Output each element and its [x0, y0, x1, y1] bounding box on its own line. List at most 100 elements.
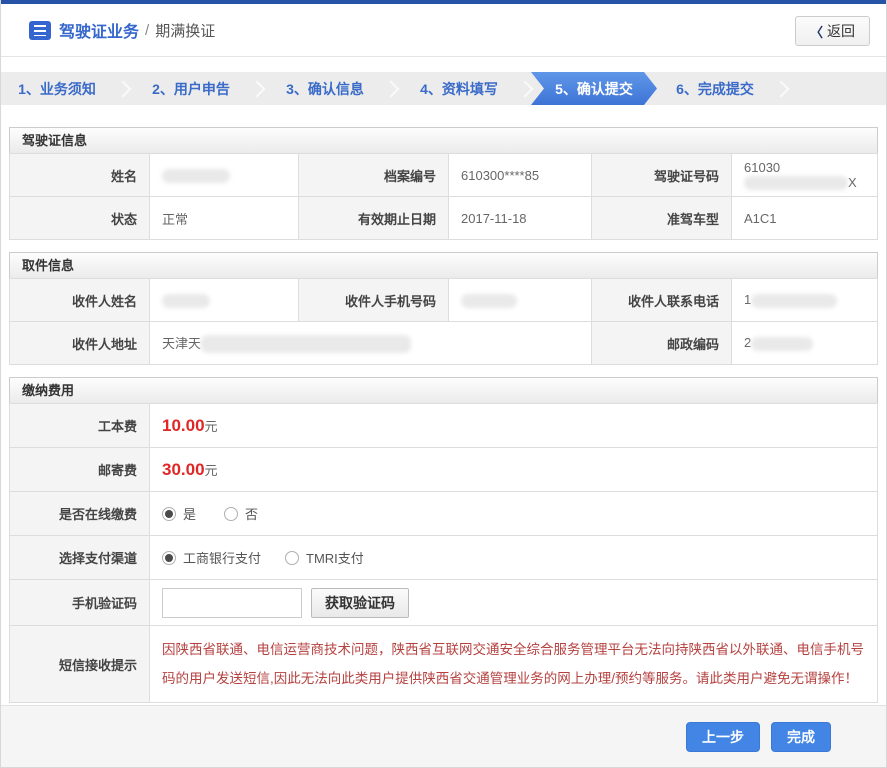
license-number-suffix: X [848, 174, 857, 190]
postcode-label: 邮政编码 [591, 321, 732, 365]
mailing-fee-label: 邮寄费 [9, 447, 150, 492]
file-number-value: 610300****85 [448, 153, 592, 197]
online-payment-yes-option[interactable]: 是 [162, 504, 196, 523]
fees-table: 工本费 10.00元 邮寄费 30.00元 是否在线缴费 是 否 选择支付渠道 … [9, 403, 878, 703]
pickup-section-title: 取件信息 [9, 252, 878, 278]
back-button-label: 返回 [827, 23, 855, 39]
step-6-complete-submit[interactable]: 6、完成提交 [659, 72, 771, 105]
recipient-name-value [149, 278, 299, 322]
currency-unit: 元 [204, 462, 218, 478]
license-info-table: 姓名 档案编号 610300****85 驾驶证号码 61030 X 状态 正常 … [9, 153, 878, 240]
back-button[interactable]: 〈 返回 [794, 16, 870, 46]
table-row: 收件人地址 天津天 邮政编码 2 [9, 321, 878, 365]
payment-channel-label: 选择支付渠道 [9, 535, 150, 580]
recipient-phone-value: 1 [731, 278, 878, 322]
license-info-section: 驾驶证信息 姓名 档案编号 610300****85 驾驶证号码 61030 X … [9, 127, 878, 240]
payment-fees-section: 缴纳费用 工本费 10.00元 邮寄费 30.00元 是否在线缴费 是 否 选择… [9, 377, 878, 703]
currency-unit: 元 [204, 418, 218, 434]
step-3-confirm-info[interactable]: 3、确认信息 [269, 72, 381, 105]
recipient-mobile-value [448, 278, 592, 322]
online-payment-options: 是 否 [149, 491, 878, 536]
step-wizard-bar: 1、业务须知 2、用户申告 3、确认信息 4、资料填写 5、确认提交 6、完成提… [1, 72, 886, 105]
expiry-value: 2017-11-18 [448, 196, 592, 240]
phone-prefix: 1 [744, 292, 752, 308]
step-separator-chevron [381, 72, 403, 105]
table-row: 手机验证码 获取验证码 [9, 579, 878, 626]
recipient-phone-label: 收件人联系电话 [591, 278, 732, 322]
address-prefix: 天津天 [162, 335, 202, 351]
redacted-name [162, 168, 230, 183]
sms-notice-text: 因陕西省联通、电信运营商技术问题，陕西省互联网交通安全综合服务管理平台无法向持陕… [162, 642, 864, 686]
name-label: 姓名 [9, 153, 150, 197]
postcode-prefix: 2 [744, 335, 752, 351]
header: 驾驶证业务 / 期满换证 〈 返回 [1, 4, 886, 57]
expiry-label: 有效期止日期 [298, 196, 449, 240]
file-number-label: 档案编号 [298, 153, 449, 197]
recipient-address-value: 天津天 [149, 321, 592, 365]
table-row: 短信接收提示 因陕西省联通、电信运营商技术问题，陕西省互联网交通安全综合服务管理… [9, 625, 878, 703]
production-fee-value: 10.00元 [149, 403, 878, 448]
sms-code-field: 获取验证码 [149, 579, 878, 626]
step-1-business-notice[interactable]: 1、业务须知 [1, 72, 113, 105]
mailing-fee-amount: 30.00 [162, 459, 205, 479]
online-yes-label: 是 [183, 507, 197, 522]
production-fee-label: 工本费 [9, 403, 150, 448]
sms-notice-label: 短信接收提示 [9, 625, 150, 703]
breadcrumb-separator: / [145, 21, 150, 39]
online-payment-label: 是否在线缴费 [9, 491, 150, 536]
previous-step-button[interactable]: 上一步 [686, 721, 760, 752]
footer-action-bar: 上一步 完成 [1, 705, 886, 767]
status-label: 状态 [9, 196, 150, 240]
online-no-label: 否 [245, 507, 259, 522]
list-document-icon [29, 20, 51, 40]
redacted-license-number [744, 176, 848, 191]
name-value [149, 153, 299, 197]
radio-checked-icon[interactable] [162, 550, 176, 565]
table-row: 姓名 档案编号 610300****85 驾驶证号码 61030 X [9, 153, 878, 197]
table-row: 是否在线缴费 是 否 [9, 491, 878, 536]
finish-button[interactable]: 完成 [771, 721, 831, 752]
step-separator-chevron [247, 72, 269, 105]
step-separator-chevron [515, 72, 537, 105]
main-content: 驾驶证信息 姓名 档案编号 610300****85 驾驶证号码 61030 X … [1, 105, 886, 703]
radio-checked-icon[interactable] [162, 506, 176, 521]
production-fee-amount: 10.00 [162, 415, 205, 435]
online-payment-no-option[interactable]: 否 [224, 504, 258, 523]
license-section-title: 驾驶证信息 [9, 127, 878, 153]
radio-unchecked-icon[interactable] [285, 550, 300, 565]
redacted-address [201, 335, 412, 354]
postcode-value: 2 [731, 321, 878, 365]
step-separator-chevron [771, 72, 793, 105]
step-2-user-declaration[interactable]: 2、用户申告 [135, 72, 247, 105]
channel-icbc-option[interactable]: 工商银行支付 [162, 548, 261, 567]
channel-icbc-label: 工商银行支付 [183, 551, 262, 566]
license-number-label: 驾驶证号码 [591, 153, 732, 197]
status-value: 正常 [149, 196, 299, 240]
table-row: 收件人姓名 收件人手机号码 收件人联系电话 1 [9, 278, 878, 322]
channel-tmri-option[interactable]: TMRI支付 [285, 548, 364, 567]
breadcrumb-current: 期满换证 [155, 22, 216, 40]
redacted-phone [751, 293, 838, 308]
license-number-prefix: 61030 [744, 159, 781, 175]
recipient-mobile-label: 收件人手机号码 [298, 278, 449, 322]
step-separator-chevron [113, 72, 135, 105]
radio-unchecked-icon[interactable] [224, 506, 239, 521]
license-number-value: 61030 X [731, 153, 878, 197]
redacted-mobile [461, 293, 517, 308]
step-5-confirm-submit-active[interactable]: 5、确认提交 [531, 72, 657, 105]
page: 驾驶证业务 / 期满换证 〈 返回 1、业务须知 2、用户申告 3、确认信息 4… [0, 0, 887, 768]
redacted-postcode [751, 336, 814, 351]
vehicle-type-value: A1C1 [731, 196, 878, 240]
pickup-info-section: 取件信息 收件人姓名 收件人手机号码 收件人联系电话 1 收件人地址 天津天 邮… [9, 252, 878, 365]
channel-tmri-label: TMRI支付 [306, 551, 364, 566]
recipient-name-label: 收件人姓名 [9, 278, 150, 322]
sms-notice-cell: 因陕西省联通、电信运营商技术问题，陕西省互联网交通安全综合服务管理平台无法向持陕… [149, 625, 878, 703]
get-code-button[interactable]: 获取验证码 [311, 587, 409, 618]
table-row: 状态 正常 有效期止日期 2017-11-18 准驾车型 A1C1 [9, 196, 878, 240]
sms-code-input[interactable] [162, 587, 302, 618]
step-4-fill-data[interactable]: 4、资料填写 [403, 72, 515, 105]
page-title: 驾驶证业务 [59, 24, 140, 41]
mailing-fee-value: 30.00元 [149, 447, 878, 492]
recipient-address-label: 收件人地址 [9, 321, 150, 365]
table-row: 选择支付渠道 工商银行支付 TMRI支付 [9, 535, 878, 580]
